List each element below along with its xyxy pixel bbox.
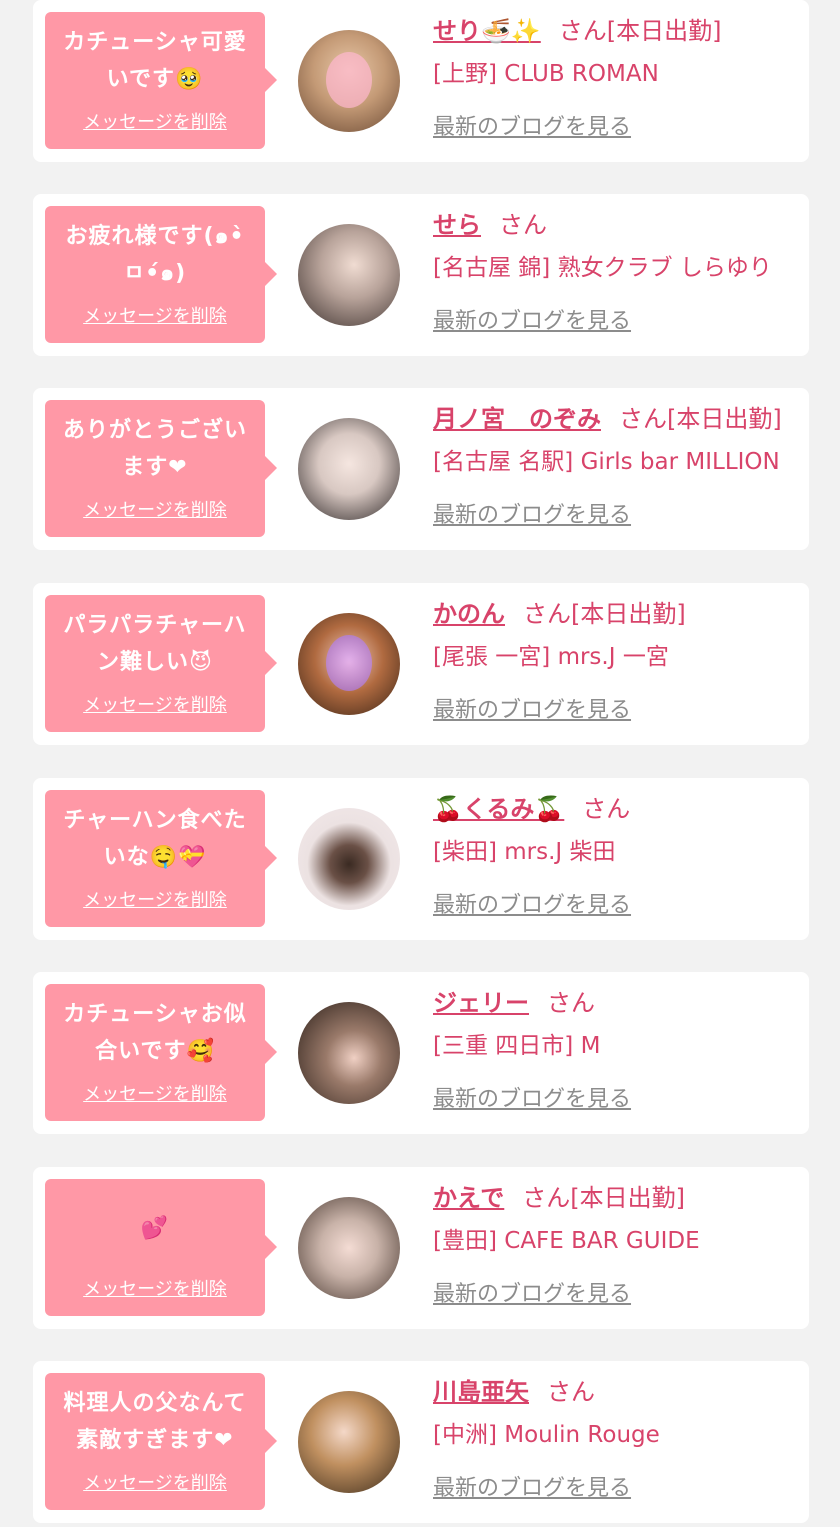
avatar[interactable] — [298, 613, 400, 715]
status-badge: [本日出勤] — [667, 405, 782, 433]
member-info: 🍒くるみ🍒 さん [柴田] mrs.J 柴田 最新のブログを見る — [433, 792, 803, 921]
message-bubble: 💕 メッセージを削除 — [45, 1179, 277, 1316]
delete-message-link[interactable]: メッセージを削除 — [55, 1275, 255, 1301]
latest-blog-link[interactable]: 最新のブログを見る — [433, 891, 631, 921]
avatar[interactable] — [298, 30, 400, 132]
avatar[interactable] — [298, 808, 400, 910]
member-info: 月ノ宮 のぞみ さん[本日出勤] [名古屋 名駅] Girls bar MILLI… — [433, 402, 803, 531]
avatar[interactable] — [298, 224, 400, 326]
message-text: カチューシャお似合いです🥰 — [63, 1002, 247, 1064]
member-name-link[interactable]: ジェリー — [433, 989, 529, 1017]
message-card: お疲れ様です(๑•̀ㅁ•́๑) メッセージを削除 せら さん [名古屋 錦] 熟女… — [33, 194, 809, 356]
honorific: さん — [619, 405, 667, 433]
message-card: カチューシャお似合いです🥰 メッセージを削除 ジェリー さん [三重 四日市] M… — [33, 972, 809, 1134]
message-card: パラパラチャーハン難しい😈 メッセージを削除 かのん さん[本日出勤] [尾張 一… — [33, 583, 809, 745]
latest-blog-link[interactable]: 最新のブログを見る — [433, 307, 631, 337]
honorific: さん — [499, 211, 547, 239]
delete-message-link[interactable]: メッセージを削除 — [55, 302, 255, 328]
avatar[interactable] — [298, 1002, 400, 1104]
message-text: お疲れ様です(๑•̀ㅁ•́๑) — [65, 224, 245, 286]
message-bubble: ありがとうございます❤ メッセージを削除 — [45, 400, 277, 537]
message-bubble: カチューシャお似合いです🥰 メッセージを削除 — [45, 984, 277, 1121]
message-bubble: 料理人の父なんて素敵すぎます❤ メッセージを削除 — [45, 1373, 277, 1510]
member-info: ジェリー さん [三重 四日市] M 最新のブログを見る — [433, 986, 803, 1115]
avatar-heart-sticker — [326, 52, 372, 108]
latest-blog-link[interactable]: 最新のブログを見る — [433, 1280, 631, 1310]
avatar[interactable] — [298, 418, 400, 520]
honorific: さん — [547, 989, 595, 1017]
message-text: 料理人の父なんて素敵すぎます❤ — [63, 1391, 247, 1453]
delete-message-link[interactable]: メッセージを削除 — [55, 1080, 255, 1106]
delete-message-link[interactable]: メッセージを削除 — [55, 886, 255, 912]
message-card: 💕 メッセージを削除 かえで さん[本日出勤] [豊田] CAFE BAR GUI… — [33, 1167, 809, 1329]
honorific: さん — [558, 17, 607, 45]
shop-name: [中洲] Moulin Rouge — [433, 1422, 660, 1448]
message-text: パラパラチャーハン難しい😈 — [63, 613, 247, 675]
message-text: チャーハン食べたいな🤤💝 — [63, 808, 247, 870]
message-bubble: カチューシャ可愛いです🥹 メッセージを削除 — [45, 12, 277, 149]
member-info: 川島亜矢 さん [中洲] Moulin Rouge 最新のブログを見る — [433, 1375, 803, 1504]
status-badge: [本日出勤] — [571, 600, 686, 628]
shop-name: [名古屋 錦] 熟女クラブ しらゆり — [433, 255, 772, 281]
member-name-link[interactable]: かえで — [433, 1184, 504, 1212]
message-bubble: チャーハン食べたいな🤤💝 メッセージを削除 — [45, 790, 277, 927]
member-name-link[interactable]: 🍒くるみ🍒 — [433, 795, 564, 823]
latest-blog-link[interactable]: 最新のブログを見る — [433, 501, 631, 531]
member-name-link[interactable]: 川島亜矢 — [433, 1378, 529, 1406]
honorific: さん — [547, 1378, 595, 1406]
shop-name: [豊田] CAFE BAR GUIDE — [433, 1228, 700, 1254]
avatar-blur-sticker — [326, 635, 372, 691]
delete-message-link[interactable]: メッセージを削除 — [55, 496, 255, 522]
message-card: チャーハン食べたいな🤤💝 メッセージを削除 🍒くるみ🍒 さん [柴田] mrs.J… — [33, 778, 809, 940]
latest-blog-link[interactable]: 最新のブログを見る — [433, 1474, 631, 1504]
latest-blog-link[interactable]: 最新のブログを見る — [433, 696, 631, 726]
message-text: ありがとうございます❤ — [62, 418, 247, 480]
shop-name: [尾張 一宮] mrs.J 一宮 — [433, 644, 669, 670]
honorific: さん — [582, 795, 631, 823]
shop-name: [柴田] mrs.J 柴田 — [433, 839, 616, 865]
member-info: かえで さん[本日出勤] [豊田] CAFE BAR GUIDE 最新のブログを見… — [433, 1181, 803, 1310]
member-name-link[interactable]: せら — [433, 211, 481, 239]
shop-name: [上野] CLUB ROMAN — [433, 61, 659, 87]
delete-message-link[interactable]: メッセージを削除 — [55, 1469, 255, 1495]
message-list: カチューシャ可愛いです🥹 メッセージを削除 せり🍜✨ さん[本日出勤] [上野] … — [0, 0, 840, 1527]
latest-blog-link[interactable]: 最新のブログを見る — [433, 113, 631, 143]
message-card: カチューシャ可愛いです🥹 メッセージを削除 せり🍜✨ さん[本日出勤] [上野] … — [33, 0, 809, 162]
honorific: さん — [522, 1184, 571, 1212]
latest-blog-link[interactable]: 最新のブログを見る — [433, 1085, 631, 1115]
delete-message-link[interactable]: メッセージを削除 — [55, 108, 255, 134]
member-info: せり🍜✨ さん[本日出勤] [上野] CLUB ROMAN 最新のブログを見る — [433, 14, 803, 143]
message-text: カチューシャ可愛いです🥹 — [63, 30, 247, 92]
member-info: せら さん [名古屋 錦] 熟女クラブ しらゆり 最新のブログを見る — [433, 208, 803, 337]
member-name-link[interactable]: せり🍜✨ — [433, 17, 541, 45]
message-card: ありがとうございます❤ メッセージを削除 月ノ宮 のぞみ さん[本日出勤] [名古… — [33, 388, 809, 550]
member-info: かのん さん[本日出勤] [尾張 一宮] mrs.J 一宮 最新のブログを見る — [433, 597, 803, 726]
status-badge: [本日出勤] — [570, 1184, 686, 1212]
member-name-link[interactable]: かのん — [433, 600, 505, 628]
message-bubble: お疲れ様です(๑•̀ㅁ•́๑) メッセージを削除 — [45, 206, 277, 343]
status-badge: [本日出勤] — [606, 17, 722, 45]
message-card: 料理人の父なんて素敵すぎます❤ メッセージを削除 川島亜矢 さん [中洲] Mou… — [33, 1361, 809, 1523]
delete-message-link[interactable]: メッセージを削除 — [55, 691, 255, 717]
avatar[interactable] — [298, 1197, 400, 1299]
message-text: 💕 — [140, 1215, 170, 1241]
member-name-link[interactable]: 月ノ宮 のぞみ — [433, 405, 601, 433]
shop-name: [三重 四日市] M — [433, 1033, 601, 1059]
honorific: さん — [523, 600, 571, 628]
shop-name: [名古屋 名駅] Girls bar MILLION — [433, 449, 780, 475]
avatar[interactable] — [298, 1391, 400, 1493]
message-bubble: パラパラチャーハン難しい😈 メッセージを削除 — [45, 595, 277, 732]
